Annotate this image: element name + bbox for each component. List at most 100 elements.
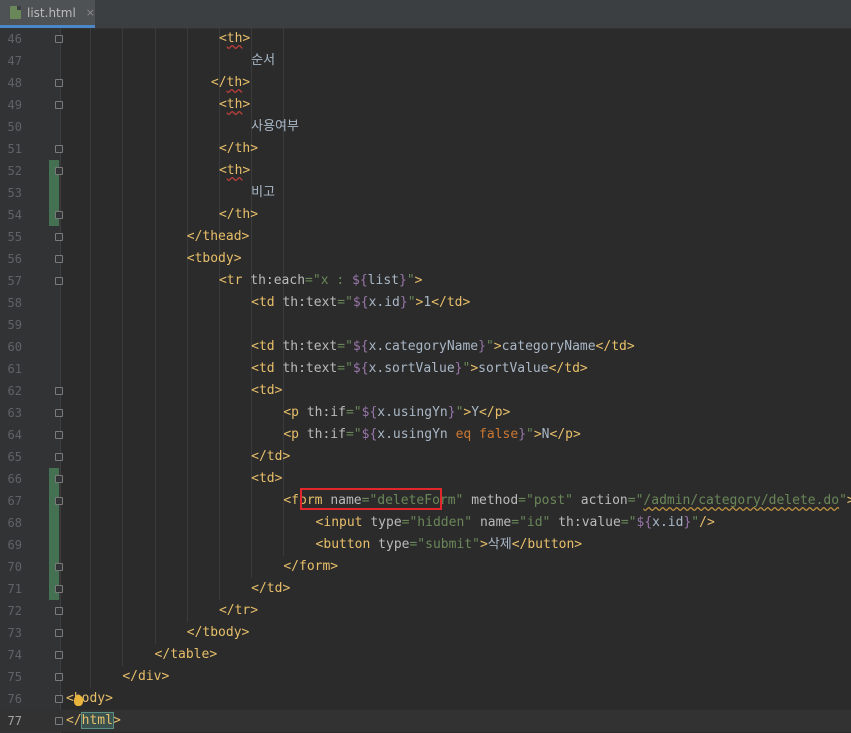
- code-line[interactable]: 54 </th>: [0, 204, 851, 226]
- fold-marker-icon[interactable]: [55, 101, 63, 109]
- code-token: <p: [283, 405, 307, 420]
- fold-marker-icon[interactable]: [55, 431, 63, 439]
- code-line[interactable]: 69 <button type="submit">삭제</button>: [0, 534, 851, 556]
- code-token: </p>: [479, 405, 511, 420]
- code-line[interactable]: 67 <form name="deleteForm" method="post" …: [0, 490, 851, 512]
- fold-marker-icon[interactable]: [55, 629, 63, 637]
- fold-marker-icon[interactable]: [55, 453, 63, 461]
- code-line[interactable]: 56 <tbody>: [0, 248, 851, 270]
- fold-marker-icon[interactable]: [55, 651, 63, 659]
- tab-list-html[interactable]: list.html ×: [0, 0, 95, 28]
- code-token: ": [485, 339, 494, 354]
- code-token: <p: [283, 427, 307, 442]
- code-line[interactable]: 60 <td th:text="${x.categoryName}">catego…: [0, 336, 851, 358]
- code-line[interactable]: 59: [0, 314, 851, 336]
- fold-marker-icon[interactable]: [55, 717, 63, 725]
- fold-marker-icon[interactable]: [55, 79, 63, 87]
- code-token: x.sortValue: [368, 361, 455, 376]
- code-line[interactable]: 66 <td>: [0, 468, 851, 490]
- code-token: =": [620, 515, 637, 530]
- code-token: <td: [251, 339, 283, 354]
- code-line[interactable]: 53 비고: [0, 182, 851, 204]
- fold-marker-icon[interactable]: [55, 387, 63, 395]
- code-text: </form>: [283, 556, 338, 578]
- code-token: action: [580, 493, 628, 508]
- code-text: </th>: [219, 138, 258, 160]
- close-icon[interactable]: ×: [86, 6, 95, 19]
- code-line[interactable]: 52 <th>: [0, 160, 851, 182]
- code-token: ="deleteForm": [361, 493, 464, 508]
- code-token: ="hidden": [401, 515, 473, 530]
- fold-marker-icon[interactable]: [55, 563, 63, 571]
- code-token: }: [398, 273, 407, 288]
- code-line[interactable]: 73 </tbody>: [0, 622, 851, 644]
- code-text: <p th:if="${x.usingYn eq false}">N</p>: [283, 424, 580, 446]
- code-token: }: [478, 339, 486, 354]
- code-token: >: [846, 493, 851, 508]
- fold-marker-icon[interactable]: [55, 35, 63, 43]
- code-line[interactable]: 65 </td>: [0, 446, 851, 468]
- fold-marker-icon[interactable]: [55, 145, 63, 153]
- code-line[interactable]: 46 <th>: [0, 28, 851, 50]
- line-number: 67: [7, 494, 22, 508]
- fold-marker-icon[interactable]: [55, 585, 63, 593]
- code-text: <td>: [251, 468, 282, 490]
- code-text: <th>: [219, 28, 250, 50]
- code-line[interactable]: 49 <th>: [0, 94, 851, 116]
- vcs-change-marker[interactable]: [49, 182, 59, 204]
- code-line[interactable]: 74 </table>: [0, 644, 851, 666]
- code-line[interactable]: 55 </thead>: [0, 226, 851, 248]
- fold-marker-icon[interactable]: [55, 497, 63, 505]
- code-token: ": [526, 427, 534, 442]
- fold-marker-icon[interactable]: [55, 475, 63, 483]
- code-line[interactable]: 77 </html>: [0, 710, 851, 732]
- code-editor[interactable]: 46 <th> 47 순서 48 </th> 49 <th> 50 사용여부 51 </th> 52 <t…: [0, 28, 851, 733]
- line-number: 68: [7, 516, 22, 530]
- code-text: <td>: [251, 380, 282, 402]
- fold-marker-icon[interactable]: [55, 695, 63, 703]
- code-token: <tr: [218, 273, 251, 288]
- code-token: </: [218, 141, 235, 156]
- code-line[interactable]: 76 <body>: [0, 688, 851, 710]
- fold-marker-icon[interactable]: [55, 211, 63, 219]
- code-line[interactable]: 58 <td th:text="${x.id}">1</td>: [0, 292, 851, 314]
- code-token: </td>: [251, 449, 291, 464]
- code-line[interactable]: 50 사용여부: [0, 116, 851, 138]
- code-line[interactable]: 47 순서: [0, 50, 851, 72]
- fold-marker-icon[interactable]: [55, 233, 63, 241]
- code-line[interactable]: 68 <input type="hidden" name="id" th:valu…: [0, 512, 851, 534]
- code-token: >: [414, 273, 423, 288]
- fold-marker-icon[interactable]: [55, 607, 63, 615]
- code-token: ="id": [511, 515, 551, 530]
- code-token: >: [250, 141, 259, 156]
- code-line[interactable]: 72 </tr>: [0, 600, 851, 622]
- fold-marker-icon[interactable]: [55, 673, 63, 681]
- fold-marker-icon[interactable]: [55, 167, 63, 175]
- code-line[interactable]: 62 <td>: [0, 380, 851, 402]
- vcs-change-marker[interactable]: [49, 534, 59, 556]
- code-line[interactable]: 57 <tr th:each="x : ${list}">: [0, 270, 851, 292]
- code-token: ${: [352, 273, 368, 288]
- fold-marker-icon[interactable]: [55, 409, 63, 417]
- vcs-change-marker[interactable]: [49, 512, 59, 534]
- code-line[interactable]: 64 <p th:if="${x.usingYn eq false}">N</p>: [0, 424, 851, 446]
- code-line[interactable]: 70 </form>: [0, 556, 851, 578]
- code-token: ${: [361, 427, 378, 442]
- code-token: ="post": [518, 493, 573, 508]
- code-line[interactable]: 48 </th>: [0, 72, 851, 94]
- code-token: list: [367, 273, 399, 288]
- code-line[interactable]: 51 </th>: [0, 138, 851, 160]
- lightbulb-icon[interactable]: [74, 695, 83, 706]
- code-line[interactable]: 71 </td>: [0, 578, 851, 600]
- fold-marker-icon[interactable]: [55, 255, 63, 263]
- code-token: }: [399, 295, 408, 310]
- code-line[interactable]: 63 <p th:if="${x.usingYn}">Y</p>: [0, 402, 851, 424]
- code-line[interactable]: 61 <td th:text="${x.sortValue}">sortValue…: [0, 358, 851, 380]
- code-token: </: [66, 713, 82, 728]
- fold-marker-icon[interactable]: [55, 277, 63, 285]
- code-token: x.categoryName: [368, 339, 479, 354]
- code-line[interactable]: 75 </div>: [0, 666, 851, 688]
- code-token: name: [330, 493, 362, 508]
- code-token: </form>: [283, 559, 339, 574]
